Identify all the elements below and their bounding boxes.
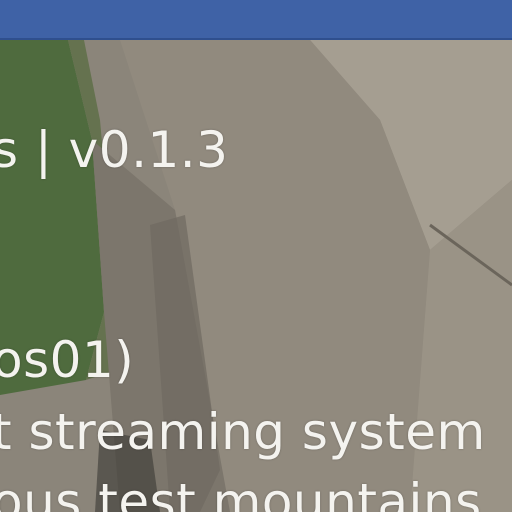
top-bar	[0, 0, 512, 40]
overlay-line-2: t streaming system	[0, 403, 486, 461]
overlay-line-3: ous test mountains	[0, 473, 482, 512]
game-viewport[interactable]: s | v0.1.3 os01) t streaming system ous …	[0, 0, 512, 512]
overlay-title: s | v0.1.3	[0, 121, 229, 179]
overlay-line-1: os01)	[0, 331, 135, 389]
